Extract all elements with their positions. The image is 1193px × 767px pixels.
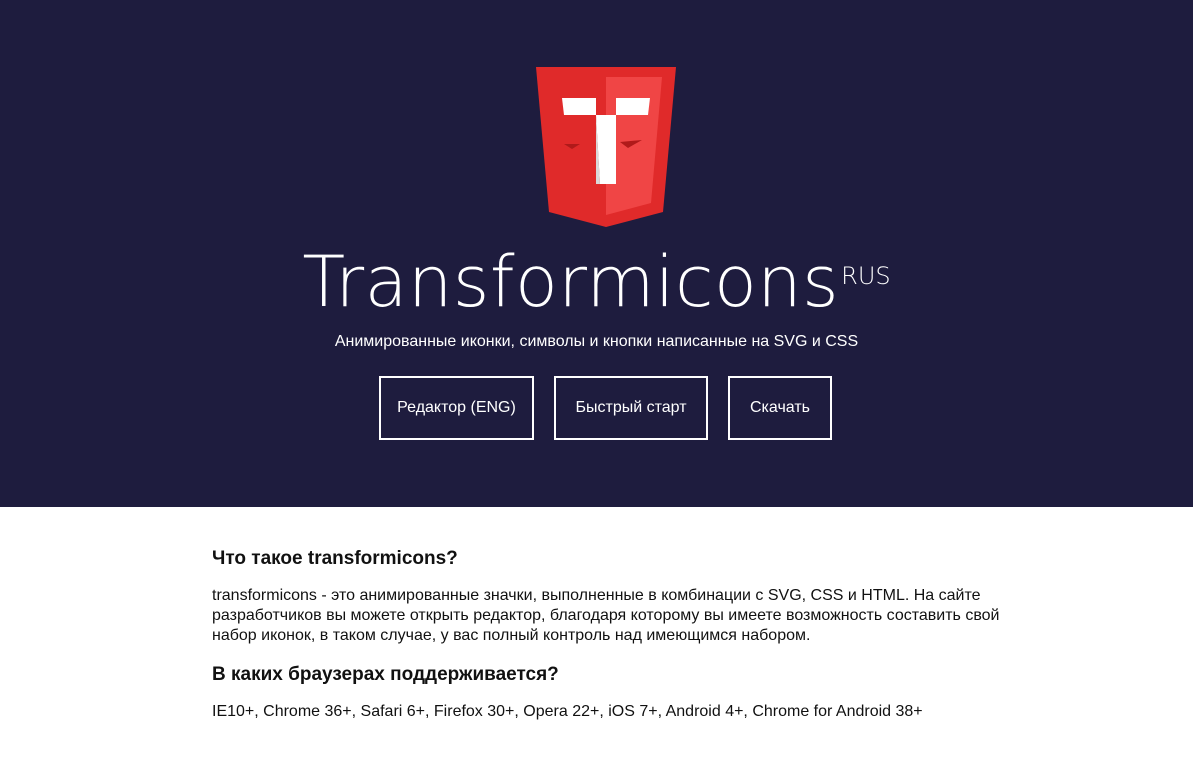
section-text-what-is: transformicons - это анимированные значк… (212, 587, 1000, 644)
transformicons-shield-logo-icon (536, 67, 676, 227)
section-heading-browsers: В каких браузерах поддерживается? (212, 664, 559, 685)
editor-button[interactable]: Редактор (ENG) (379, 376, 534, 440)
title-text: Transformicons (302, 241, 840, 323)
title-language-badge: RUS (841, 262, 891, 290)
section-heading-what-is: Что такое transformicons? (212, 548, 458, 569)
download-button[interactable]: Скачать (728, 376, 832, 440)
quick-start-button[interactable]: Быстрый старт (554, 376, 708, 440)
hero-header: TransformiconsRUS Анимированные иконки, … (0, 0, 1193, 507)
page-title: TransformiconsRUS (0, 242, 1193, 322)
tagline: Анимированные иконки, символы и кнопки н… (334, 333, 859, 350)
section-text-browsers: IE10+, Chrome 36+, Safari 6+, Firefox 30… (212, 703, 923, 720)
